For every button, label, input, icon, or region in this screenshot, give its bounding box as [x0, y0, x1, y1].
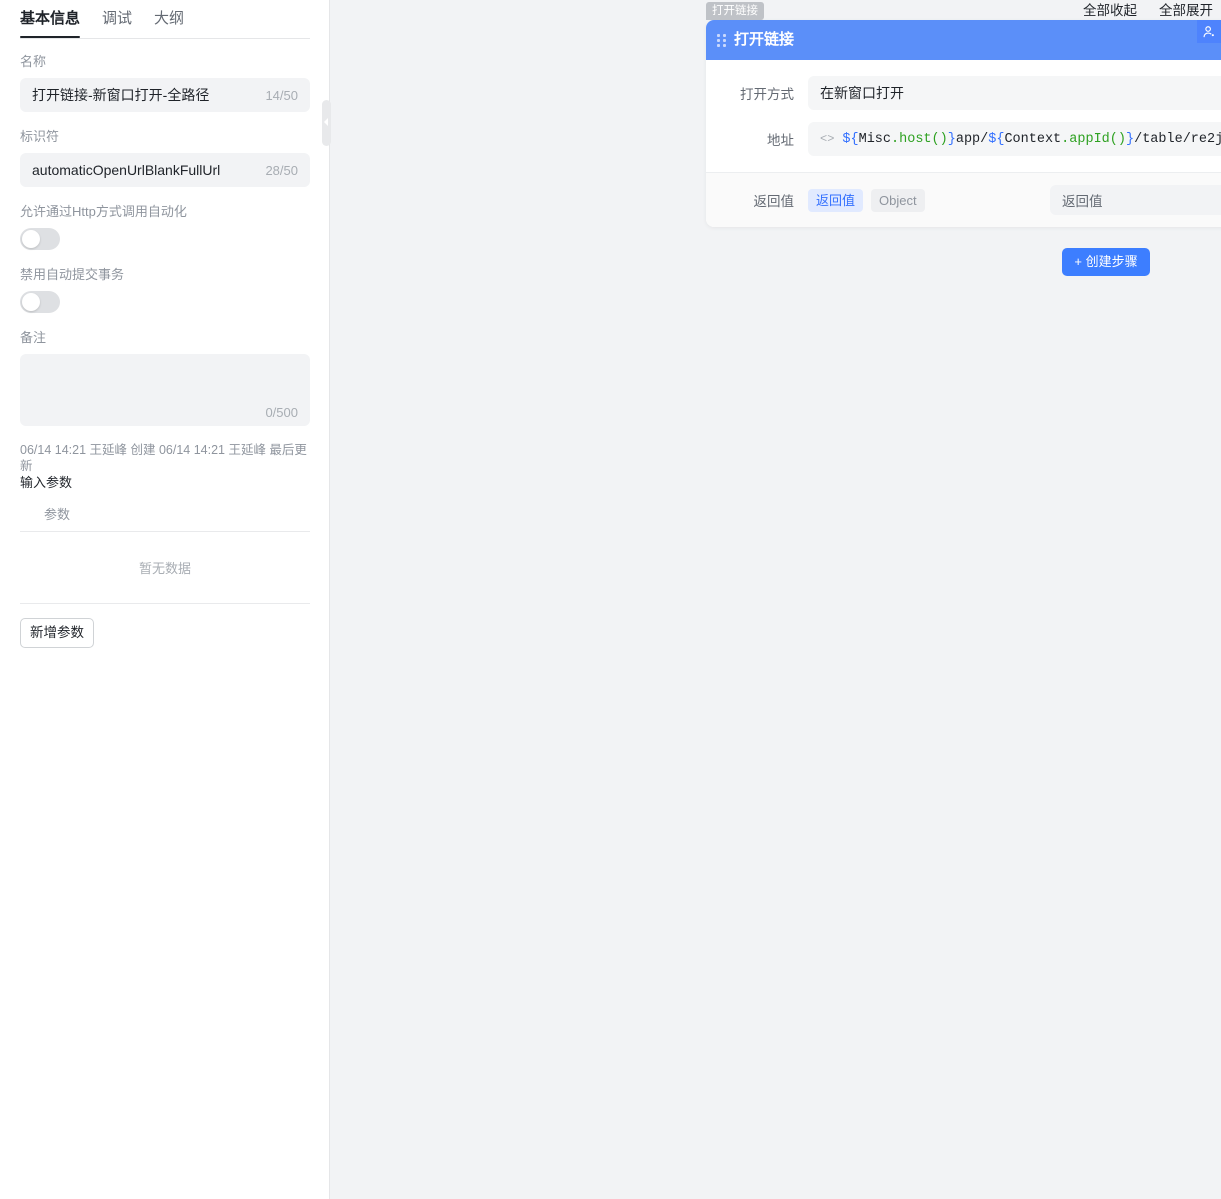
address-label: 地址 [767, 133, 794, 148]
create-step-wrap: + 创建步骤 [706, 248, 1221, 276]
drag-handle-icon[interactable] [714, 31, 728, 49]
open-mode-select[interactable]: 在新窗口打开 [808, 76, 1221, 110]
node-title: 打开链接 [734, 31, 795, 48]
http-toggle-knob [22, 230, 40, 248]
create-step-button[interactable]: + 创建步骤 [1062, 248, 1150, 276]
add-param-button[interactable]: 新增参数 [20, 618, 94, 648]
identifier-field-label: 标识符 [20, 129, 60, 144]
http-toggle-row [20, 228, 310, 250]
remark-counter: 0/500 [265, 405, 298, 420]
chevron-left-icon [324, 118, 328, 126]
address-seg: /table/re2j3n7lkyzm6 [1134, 131, 1221, 147]
return-type-badge[interactable]: Object [871, 188, 925, 212]
disable-auto-commit-knob [22, 293, 40, 311]
return-name-badge[interactable]: 返回值 [808, 188, 864, 212]
code-expression-icon: <> [820, 132, 835, 146]
disable-auto-commit-row [20, 291, 310, 313]
http-toggle-label: 允许通过Http方式调用自动化 [20, 204, 187, 219]
disable-auto-commit-toggle[interactable] [20, 291, 60, 313]
input-params-title: 输入参数 [20, 475, 73, 490]
address-seg: } [1125, 131, 1135, 147]
param-empty-state: 暂无数据 [20, 532, 310, 604]
node-return-section: 返回值 返回值 Object 返回值 [706, 172, 1221, 227]
address-seg: app/ [955, 131, 989, 147]
input-params-table: 参数 暂无数据 [20, 498, 310, 604]
panel-body: 名称 打开链接-新窗口打开-全路径 14/50 标识符 automaticOpe… [0, 39, 330, 648]
address-seg: .host() [891, 131, 948, 147]
user-button[interactable] [1197, 20, 1221, 43]
return-label: 返回值 [753, 194, 795, 209]
remark-textarea[interactable]: 0/500 [20, 354, 310, 426]
address-value: ${Misc.host()}app/${Context.appId()}/tab… [842, 132, 1221, 147]
open-mode-row: 打开方式 在新窗口打开 [722, 76, 1221, 110]
return-value-input[interactable]: 返回值 [1050, 185, 1221, 215]
disable-auto-commit-label: 禁用自动提交事务 [20, 267, 125, 282]
collapse-all-link[interactable]: 全部收起 [1083, 2, 1137, 20]
remark-field-label: 备注 [20, 330, 47, 345]
address-input[interactable]: <> ${Misc.host()}app/${Context.appId()}/… [808, 122, 1221, 156]
name-input[interactable]: 打开链接-新窗口打开-全路径 14/50 [20, 78, 310, 112]
panel-divider [329, 0, 330, 1199]
identifier-input-value: automaticOpenUrlBlankFullUrl [32, 162, 221, 178]
panel-collapse-handle[interactable] [322, 100, 331, 146]
name-field-label: 名称 [20, 54, 47, 69]
app-root: 基本信息 调试 大纲 名称 打开链接-新窗口打开-全路径 14/50 标识符 a… [0, 0, 1221, 1199]
node-card: 打开链接 禁用 [706, 20, 1221, 227]
open-mode-label: 打开方式 [740, 87, 794, 102]
address-seg: ${ [842, 131, 859, 147]
tab-basic-info[interactable]: 基本信息 [20, 9, 81, 38]
open-mode-value: 在新窗口打开 [820, 85, 904, 101]
expand-all-link[interactable]: 全部展开 [1159, 2, 1213, 20]
param-column-header: 参数 [20, 498, 310, 532]
user-icon [1203, 25, 1214, 37]
name-input-counter: 14/50 [265, 87, 298, 103]
identifier-input[interactable]: automaticOpenUrlBlankFullUrl 28/50 [20, 153, 310, 187]
http-toggle[interactable] [20, 228, 60, 250]
address-seg: .appId() [1061, 131, 1126, 147]
node-type-tag: 打开链接 [706, 2, 764, 20]
left-properties-panel: 基本信息 调试 大纲 名称 打开链接-新窗口打开-全路径 14/50 标识符 a… [0, 0, 331, 1199]
audit-meta: 06/14 14:21 王延峰 创建 06/14 14:21 王延峰 最后更新 [20, 443, 307, 473]
panel-tabs: 基本信息 调试 大纲 [0, 0, 330, 38]
tab-debug[interactable]: 调试 [102, 9, 132, 38]
address-seg: Misc [858, 131, 892, 147]
name-input-value: 打开链接-新窗口打开-全路径 [32, 87, 210, 103]
node-card-body: 打开方式 在新窗口打开 地址 <> ${Misc.host()}app/${Co… [706, 60, 1221, 172]
address-seg: ${ [988, 131, 1005, 147]
canvas-top-actions: 全部收起 全部展开 [1083, 0, 1221, 22]
flow-canvas: 全部收起 全部展开 打开链接 打开链接 禁用 [330, 0, 1221, 1199]
address-seg: Context [1004, 131, 1062, 147]
tab-outline[interactable]: 大纲 [154, 9, 184, 38]
address-row: 地址 <> ${Misc.host()}app/${Context.appId(… [722, 122, 1221, 156]
return-value-text: 返回值 [1062, 194, 1103, 209]
node-card-header: 打开链接 禁用 [706, 20, 1221, 60]
identifier-input-counter: 28/50 [265, 162, 298, 178]
address-seg: } [947, 131, 956, 147]
